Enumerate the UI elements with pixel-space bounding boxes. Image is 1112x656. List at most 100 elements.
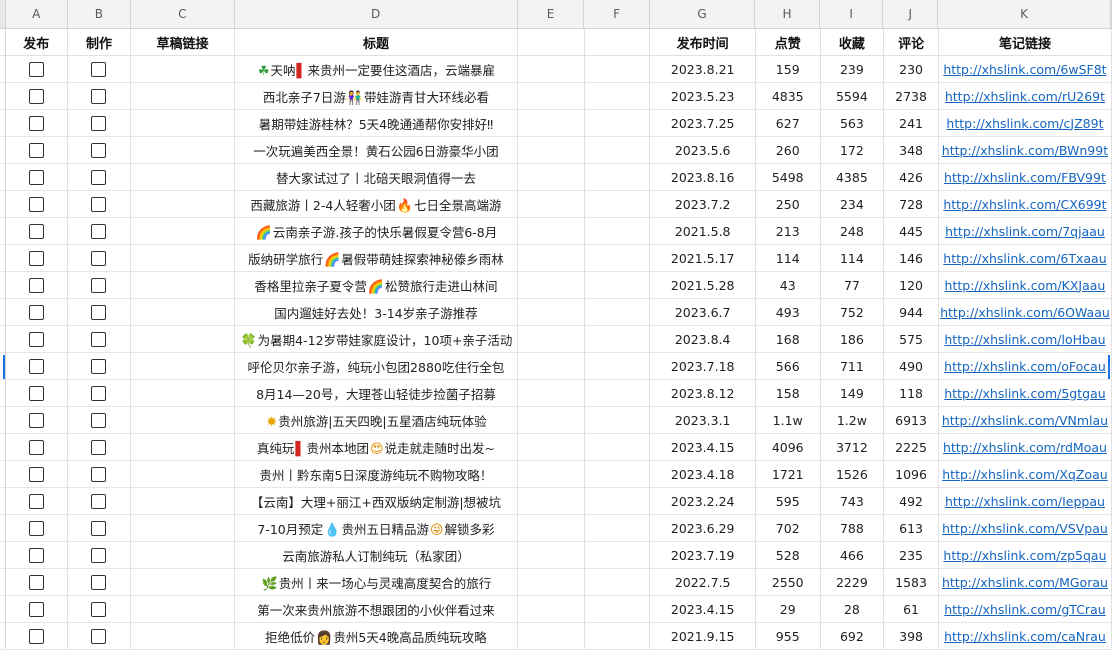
draft-link-cell[interactable] xyxy=(131,272,235,298)
note-link-cell[interactable]: http://xhslink.com/6Txaau xyxy=(939,245,1112,271)
empty-cell-f[interactable] xyxy=(585,164,651,190)
title-cell[interactable]: 7-10月预定💧贵州五日精品游😜解锁多彩 xyxy=(235,515,519,541)
header-favorites[interactable]: 收藏 xyxy=(821,29,885,55)
header-publish[interactable]: 发布 xyxy=(6,29,68,55)
empty-cell-f[interactable] xyxy=(585,461,651,487)
make-cell[interactable] xyxy=(68,83,132,109)
make-cell[interactable] xyxy=(68,542,132,568)
note-link-cell[interactable]: http://xhslink.com/7qjaau xyxy=(939,218,1112,244)
comments-cell[interactable]: 1096 xyxy=(884,461,939,487)
publish-cell[interactable] xyxy=(6,515,68,541)
note-link[interactable]: http://xhslink.com/CX699t xyxy=(943,197,1106,212)
draft-link-cell[interactable] xyxy=(131,515,235,541)
likes-cell[interactable]: 566 xyxy=(756,353,821,379)
note-link[interactable]: http://xhslink.com/cJZ89t xyxy=(946,116,1103,131)
likes-cell[interactable]: 528 xyxy=(756,542,821,568)
note-link-cell[interactable]: http://xhslink.com/KXJaau xyxy=(939,272,1112,298)
comments-cell[interactable]: 613 xyxy=(884,515,939,541)
column-header-a[interactable]: A xyxy=(6,0,68,28)
make-cell[interactable] xyxy=(68,353,132,379)
favorites-cell[interactable]: 28 xyxy=(821,596,885,622)
make-cell[interactable] xyxy=(68,515,132,541)
empty-cell-e[interactable] xyxy=(518,191,585,217)
publish-checkbox[interactable] xyxy=(28,358,44,374)
note-link[interactable]: http://xhslink.com/6OWaau xyxy=(940,305,1110,320)
publish-time-cell[interactable]: 2023.7.25 xyxy=(650,110,756,136)
empty-cell-f[interactable] xyxy=(585,326,651,352)
title-cell[interactable]: 【云南】大理+丽江+西双版纳定制游|想被坑 xyxy=(235,488,519,514)
publish-cell[interactable] xyxy=(6,299,68,325)
favorites-cell[interactable]: 239 xyxy=(821,56,885,82)
note-link[interactable]: http://xhslink.com/gTCrau xyxy=(944,602,1105,617)
favorites-cell[interactable]: 466 xyxy=(821,542,885,568)
title-cell[interactable]: 贵州丨黔东南5日深度游纯玩不购物攻略！ xyxy=(235,461,519,487)
empty-cell-f[interactable] xyxy=(585,299,651,325)
title-cell[interactable]: 西藏旅游丨2-4人轻奢小团🔥七日全景高端游 xyxy=(235,191,519,217)
note-link-cell[interactable]: http://xhslink.com/BWn99t xyxy=(939,137,1112,163)
favorites-cell[interactable]: 3712 xyxy=(821,434,885,460)
publish-checkbox[interactable] xyxy=(28,574,44,590)
publish-checkbox[interactable] xyxy=(28,88,44,104)
make-cell[interactable] xyxy=(68,623,132,649)
title-cell[interactable]: ✸贵州旅游|五天四晚|五星酒店纯玩体验 xyxy=(235,407,519,433)
note-link-cell[interactable]: http://xhslink.com/VSVpau xyxy=(939,515,1112,541)
note-link-cell[interactable]: http://xhslink.com/cJZ89t xyxy=(939,110,1112,136)
likes-cell[interactable]: 43 xyxy=(756,272,821,298)
publish-checkbox[interactable] xyxy=(28,169,44,185)
favorites-cell[interactable]: 2229 xyxy=(821,569,885,595)
note-link[interactable]: http://xhslink.com/BWn99t xyxy=(942,143,1108,158)
title-cell[interactable]: 国内遛娃好去处！3-14岁亲子游推荐 xyxy=(235,299,519,325)
publish-time-cell[interactable]: 2023.8.12 xyxy=(650,380,756,406)
likes-cell[interactable]: 2550 xyxy=(756,569,821,595)
empty-cell-f[interactable] xyxy=(585,83,651,109)
publish-checkbox[interactable] xyxy=(28,439,44,455)
title-cell[interactable]: 第一次来贵州旅游不想跟团的小伙伴看过来 xyxy=(235,596,519,622)
draft-link-cell[interactable] xyxy=(131,488,235,514)
likes-cell[interactable]: 158 xyxy=(756,380,821,406)
favorites-cell[interactable]: 114 xyxy=(821,245,885,271)
favorites-cell[interactable]: 4385 xyxy=(821,164,885,190)
publish-cell[interactable] xyxy=(6,137,68,163)
note-link-cell[interactable]: http://xhslink.com/oFocau xyxy=(939,353,1112,379)
draft-link-cell[interactable] xyxy=(131,569,235,595)
make-checkbox[interactable] xyxy=(91,304,107,320)
publish-time-cell[interactable]: 2023.8.16 xyxy=(650,164,756,190)
empty-cell-f[interactable] xyxy=(585,596,651,622)
favorites-cell[interactable]: 788 xyxy=(821,515,885,541)
make-checkbox[interactable] xyxy=(91,223,107,239)
note-link[interactable]: http://xhslink.com/oFocau xyxy=(944,359,1106,374)
empty-cell-e[interactable] xyxy=(518,245,585,271)
empty-cell-e[interactable] xyxy=(518,326,585,352)
favorites-cell[interactable]: 752 xyxy=(821,299,885,325)
favorites-cell[interactable]: 743 xyxy=(821,488,885,514)
likes-cell[interactable]: 29 xyxy=(756,596,821,622)
publish-checkbox[interactable] xyxy=(28,520,44,536)
title-cell[interactable]: 呼伦贝尔亲子游，纯玩小包团2880吃住行全包 xyxy=(235,353,519,379)
empty-cell-e[interactable] xyxy=(518,218,585,244)
header-empty-e[interactable] xyxy=(518,29,585,55)
likes-cell[interactable]: 702 xyxy=(756,515,821,541)
comments-cell[interactable]: 2225 xyxy=(884,434,939,460)
publish-time-cell[interactable]: 2021.5.8 xyxy=(650,218,756,244)
title-cell[interactable]: 8月14—20号，大理苍山轻徒步捡菌子招募 xyxy=(235,380,519,406)
publish-time-cell[interactable]: 2021.5.17 xyxy=(650,245,756,271)
publish-cell[interactable] xyxy=(6,569,68,595)
note-link[interactable]: http://xhslink.com/6Txaau xyxy=(943,251,1106,266)
publish-time-cell[interactable]: 2023.7.19 xyxy=(650,542,756,568)
make-cell[interactable] xyxy=(68,380,132,406)
note-link-cell[interactable]: http://xhslink.com/5gtgau xyxy=(939,380,1112,406)
make-checkbox[interactable] xyxy=(91,547,107,563)
comments-cell[interactable]: 146 xyxy=(884,245,939,271)
note-link-cell[interactable]: http://xhslink.com/gTCrau xyxy=(939,596,1112,622)
empty-cell-e[interactable] xyxy=(518,515,585,541)
draft-link-cell[interactable] xyxy=(131,380,235,406)
make-checkbox[interactable] xyxy=(91,250,107,266)
publish-time-cell[interactable]: 2023.2.24 xyxy=(650,488,756,514)
title-cell[interactable]: 香格里拉亲子夏令营🌈松赞旅行走进山林间 xyxy=(235,272,519,298)
make-checkbox[interactable] xyxy=(91,115,107,131)
empty-cell-e[interactable] xyxy=(518,407,585,433)
make-cell[interactable] xyxy=(68,245,132,271)
publish-checkbox[interactable] xyxy=(28,547,44,563)
comments-cell[interactable]: 241 xyxy=(884,110,939,136)
publish-time-cell[interactable]: 2023.6.29 xyxy=(650,515,756,541)
